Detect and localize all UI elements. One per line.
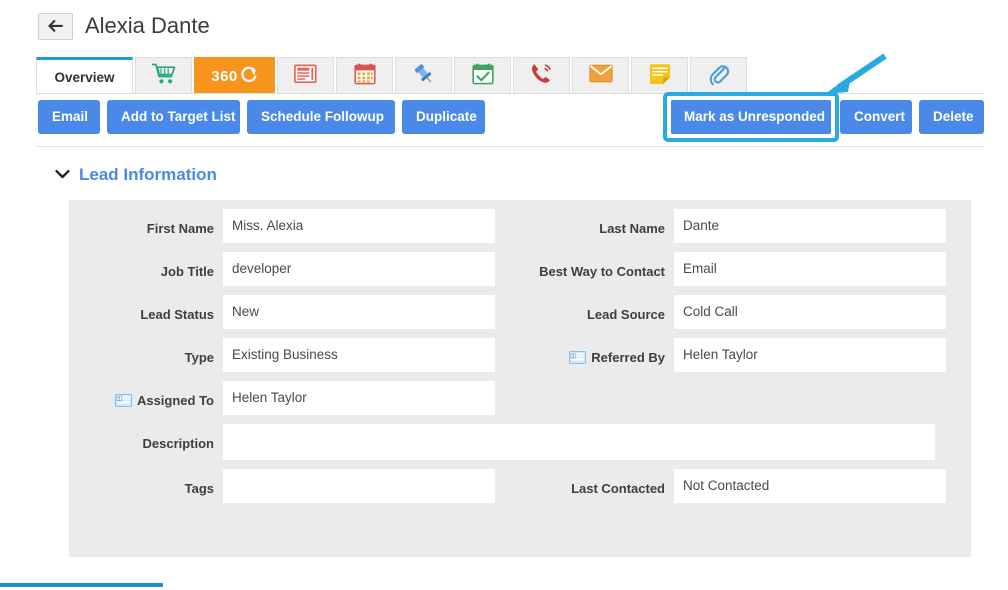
first-name-input[interactable]: Miss. Alexia (223, 209, 495, 243)
row-spacer (69, 243, 971, 252)
row-spacer (69, 329, 971, 338)
lead-detail-page: Alexia Dante Overview 360 Email Add to T… (0, 0, 1008, 590)
back-arrow-icon (48, 20, 63, 32)
field-description: Description (69, 424, 935, 460)
field-label: First Name (146, 221, 214, 236)
field-lead-status: Lead Status New (69, 295, 520, 329)
form-row: Tags Last Contacted Not Contacted (69, 469, 971, 503)
lead-information-section-header[interactable]: Lead Information (55, 165, 217, 185)
360-refresh-icon (239, 66, 258, 86)
phone-ringing-icon (530, 62, 553, 90)
field-label: Lead Source (586, 307, 665, 322)
field-last-name: Last Name Dante (520, 209, 971, 243)
tab-notes[interactable] (631, 57, 688, 94)
lead-status-input[interactable]: New (223, 295, 495, 329)
field-type: Type Existing Business (69, 338, 520, 372)
chevron-down-icon[interactable] (55, 166, 70, 184)
tab-calls[interactable] (513, 57, 570, 94)
description-input[interactable] (223, 424, 935, 460)
back-button[interactable] (38, 12, 73, 40)
field-empty-slot (520, 381, 971, 415)
best-way-to-contact-input[interactable]: Email (674, 252, 946, 286)
field-label: Best Way to Contact (539, 264, 665, 279)
field-label: Lead Status (140, 307, 214, 322)
tab-pinned[interactable] (395, 57, 452, 94)
email-button[interactable]: Email (38, 100, 100, 134)
calendar-check-icon (471, 63, 494, 90)
delete-button[interactable]: Delete (919, 100, 984, 134)
field-label: Last Contacted (571, 481, 665, 496)
form-row: Lead Status New Lead Source Cold Call (69, 295, 971, 329)
tabstrip-divider (36, 93, 984, 94)
contact-card-icon (114, 394, 132, 410)
row-spacer (69, 415, 971, 424)
field-label: Tags (184, 481, 214, 496)
module-tab-strip: Overview 360 (36, 57, 749, 94)
page-title: Alexia Dante (85, 13, 210, 38)
field-label-with-icon: Referred By (520, 338, 665, 367)
field-label-with-icon: Assigned To (69, 381, 214, 410)
field-label: Description (142, 436, 214, 451)
assigned-to-input[interactable]: Helen Taylor (223, 381, 495, 415)
field-job-title: Job Title developer (69, 252, 520, 286)
row-spacer (69, 286, 971, 295)
tab-calendar[interactable] (336, 57, 393, 94)
field-label: Type (184, 350, 214, 365)
invoice-icon (294, 64, 317, 89)
schedule-followup-button[interactable]: Schedule Followup (247, 100, 395, 134)
form-row: Assigned To Helen Taylor (69, 381, 971, 415)
type-input[interactable]: Existing Business (223, 338, 495, 372)
field-label: Assigned To (136, 393, 214, 408)
contact-card-icon (569, 351, 587, 367)
form-row: Job Title developer Best Way to Contact … (69, 252, 971, 286)
paperclip-icon (708, 62, 730, 91)
referred-by-input[interactable]: Helen Taylor (674, 338, 946, 372)
tags-input[interactable] (223, 469, 495, 503)
field-tags: Tags (69, 469, 520, 503)
tab-events[interactable] (454, 57, 511, 94)
field-label: Last Name (599, 221, 665, 236)
sticky-note-icon (649, 63, 671, 90)
tab-360-view[interactable]: 360 (194, 57, 275, 94)
form-row: Description (69, 424, 971, 460)
row-spacer (69, 460, 971, 469)
field-last-contacted: Last Contacted Not Contacted (520, 469, 971, 503)
tab-emails[interactable] (572, 57, 629, 94)
job-title-input[interactable]: developer (223, 252, 495, 286)
envelope-icon (588, 64, 613, 88)
bottom-progress-bar (0, 583, 163, 587)
field-label: Job Title (160, 264, 214, 279)
last-name-input[interactable]: Dante (674, 209, 946, 243)
tab-360-label: 360 (211, 66, 258, 86)
tab-invoices[interactable] (277, 57, 334, 94)
field-label: Referred By (591, 350, 665, 365)
section-title: Lead Information (79, 165, 217, 184)
calendar-icon (353, 63, 376, 90)
record-action-bar: Email Add to Target List Schedule Follow… (0, 100, 1008, 134)
mark-as-unresponded-button[interactable]: Mark as Unresponded (670, 100, 832, 134)
shopping-cart-icon (151, 63, 176, 90)
pushpin-icon (412, 62, 436, 91)
convert-button[interactable]: Convert (840, 100, 912, 134)
tab-cart[interactable] (135, 57, 192, 94)
last-contacted-input[interactable]: Not Contacted (674, 469, 946, 503)
actionbar-divider (36, 146, 984, 147)
field-lead-source: Lead Source Cold Call (520, 295, 971, 329)
annotation-arrow-icon (815, 48, 911, 104)
row-spacer (69, 372, 971, 381)
duplicate-button[interactable]: Duplicate (402, 100, 485, 134)
field-referred-by: Referred By Helen Taylor (520, 338, 971, 372)
form-row: Type Existing Business Referred By Helen… (69, 338, 971, 372)
lead-information-panel: First Name Miss. Alexia Last Name Dante … (69, 200, 971, 557)
form-row: First Name Miss. Alexia Last Name Dante (69, 209, 971, 243)
tab-overview[interactable]: Overview (36, 57, 133, 94)
add-to-target-list-button[interactable]: Add to Target List (107, 100, 240, 134)
field-assigned-to: Assigned To Helen Taylor (69, 381, 520, 415)
record-header: Alexia Dante (0, 0, 1008, 52)
field-first-name: First Name Miss. Alexia (69, 209, 520, 243)
field-best-way-to-contact: Best Way to Contact Email (520, 252, 971, 286)
tab-attachments[interactable] (690, 57, 747, 94)
lead-source-input[interactable]: Cold Call (674, 295, 946, 329)
tab-overview-label: Overview (54, 69, 115, 85)
